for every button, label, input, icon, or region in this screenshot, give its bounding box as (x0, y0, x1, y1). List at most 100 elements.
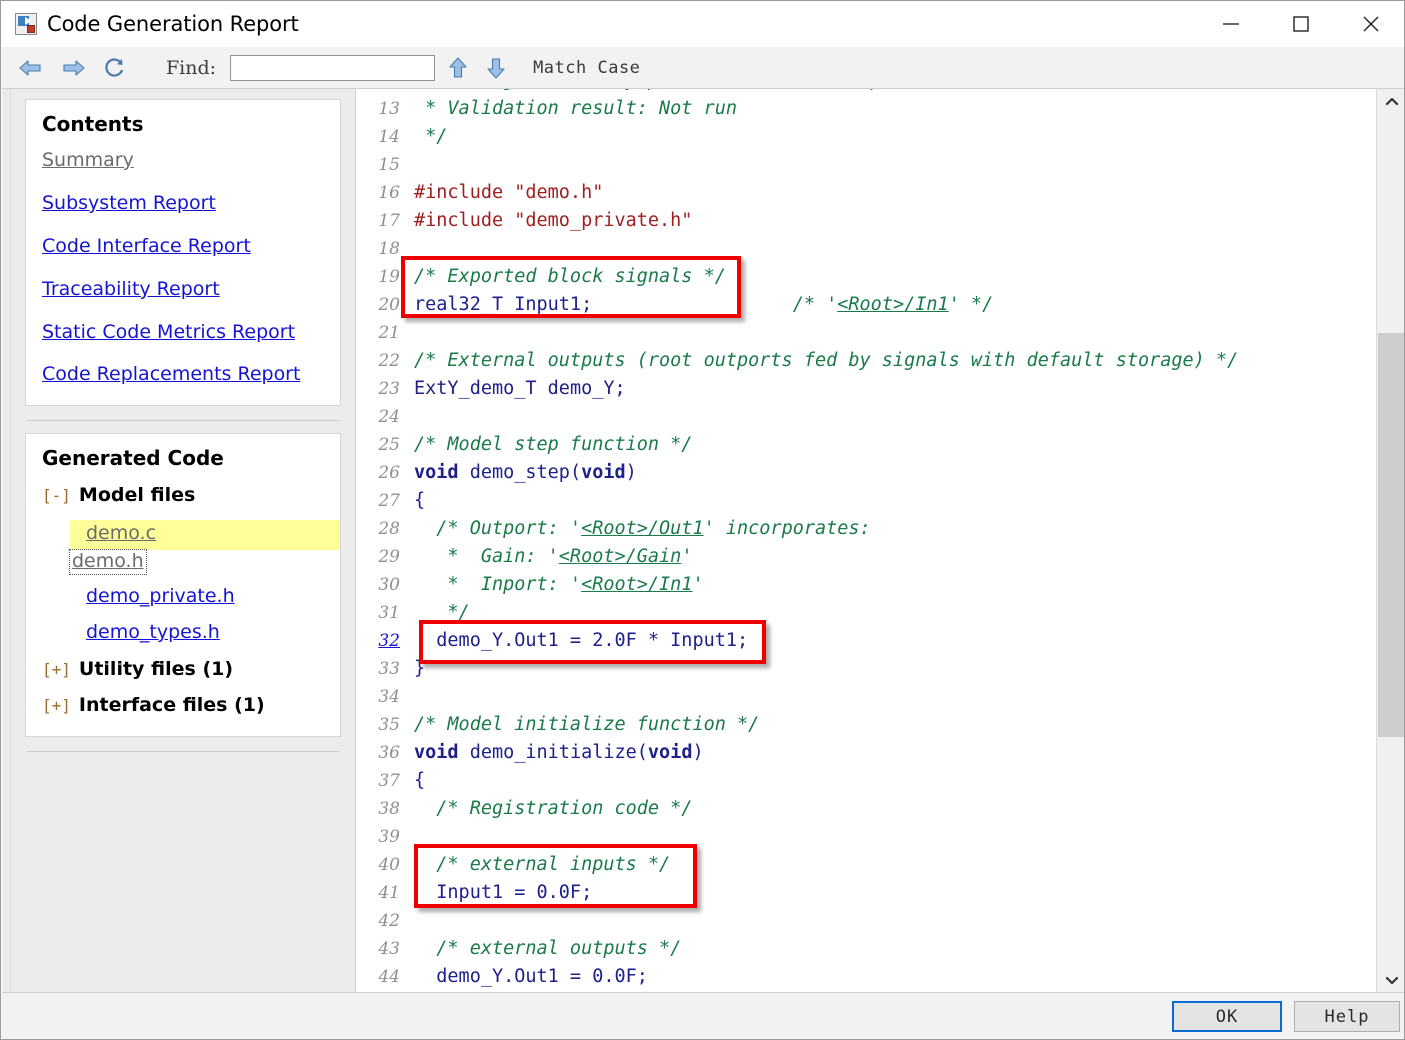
tree-group-interface-files[interactable]: [+] Interface files (1) (42, 694, 324, 716)
find-previous-icon[interactable] (443, 53, 473, 83)
code-token: ' (692, 574, 704, 595)
code-token: Input1; (503, 294, 593, 315)
code-token: */ (414, 602, 470, 623)
code-line-source: /* External outputs (root outports fed b… (414, 347, 1238, 375)
code-line-number: 16 (378, 183, 400, 203)
code-line-source: /* Exported block signals */ (414, 263, 726, 291)
code-line-number: 27 (378, 491, 400, 511)
back-arrow-icon[interactable] (14, 53, 48, 83)
code-token: * Code generated by partial truncated to… (414, 89, 937, 91)
code-line-source: /* Outport: '<Root>/Out1' incorporates: (414, 515, 870, 543)
code-line-number-link[interactable]: 32 (356, 627, 414, 655)
code-line-number: 31 (378, 603, 400, 623)
report-app-icon (15, 13, 37, 35)
sidebar: Contents Summary Subsystem Report Code I… (11, 89, 355, 993)
code-line-number: 33 (378, 659, 400, 679)
code-line-source: * Validation result: Not run (414, 95, 737, 123)
code-token: void (647, 742, 693, 763)
close-icon[interactable] (1336, 1, 1404, 47)
scroll-up-icon[interactable] (1377, 89, 1404, 115)
code-line-source: /* external inputs */ (414, 851, 670, 879)
code-line-source: /* Model step function */ (414, 431, 692, 459)
code-line: 23 ExtY_demo_T demo_Y; (356, 375, 1376, 403)
list-item[interactable]: demo_private.h (42, 585, 324, 622)
footer-bar: OK Help (2, 992, 1404, 1039)
tree-file-demo-private-h[interactable]: demo_private.h (86, 585, 235, 608)
find-next-icon[interactable] (481, 53, 511, 83)
code-line-number: 21 (378, 323, 400, 343)
tree-file-demo-h[interactable]: demo.h (69, 549, 147, 576)
code-line-source: #include "demo.h" (414, 179, 603, 207)
reload-icon[interactable] (98, 53, 132, 83)
code-line-source: real32_T Input1; /* '<Root>/In1' */ (414, 291, 993, 319)
expand-toggle-icon[interactable]: [+] (42, 696, 71, 715)
code-line-number: 34 (378, 687, 400, 707)
code-token: ' (681, 546, 693, 567)
block-path-link[interactable]: <Root>/In1 (581, 574, 692, 595)
minimize-icon[interactable] (1196, 1, 1266, 47)
toc-link-code-replacements-report[interactable]: Code Replacements Report (42, 364, 324, 385)
code-line-source: { (414, 767, 425, 795)
scroll-down-icon[interactable] (1377, 967, 1404, 993)
code-token: /* Model initialize function */ (414, 714, 760, 735)
block-path-link[interactable]: <Root>/Gain (559, 546, 682, 567)
toc-link-summary[interactable]: Summary (42, 150, 324, 171)
vertical-scrollbar[interactable] (1376, 89, 1404, 993)
code-line-number: 28 (378, 519, 400, 539)
code-line-source: * Gain: '<Root>/Gain' (414, 543, 692, 571)
toc-link-subsystem-report[interactable]: Subsystem Report (42, 192, 324, 214)
tree-file-demo-types-h[interactable]: demo_types.h (86, 621, 220, 644)
code-scroll-area[interactable]: 12 * Code generated by partial truncated… (356, 89, 1376, 993)
code-line: 22 /* External outputs (root outports fed… (356, 347, 1376, 375)
code-viewer: 12 * Code generated by partial truncated… (355, 89, 1404, 993)
code-token: /* Outport: ' (414, 518, 582, 539)
forward-arrow-icon[interactable] (56, 53, 90, 83)
code-line: 17 #include "demo_private.h" (356, 207, 1376, 235)
tree-group-utility-files[interactable]: [+] Utility files (1) (42, 658, 324, 680)
scrollbar-thumb[interactable] (1378, 333, 1404, 737)
toc-link-code-interface-report[interactable]: Code Interface Report (42, 235, 324, 257)
code-line-source: /* external outputs */ (414, 935, 681, 963)
toc-link-static-code-metrics-report[interactable]: Static Code Metrics Report (42, 321, 324, 343)
match-case-option[interactable]: Match Case (533, 58, 640, 78)
code-line-source: /* Model initialize function */ (414, 711, 759, 739)
code-line-source: Input1 = 0.0F; (414, 879, 592, 907)
code-line-number: 13 (378, 99, 400, 119)
code-line-number: 37 (378, 771, 400, 791)
ok-button[interactable]: OK (1172, 1001, 1282, 1032)
code-line-source: void demo_initialize(void) (414, 739, 704, 767)
code-line: 37 { (356, 767, 1376, 795)
tree-file-demo-c[interactable]: demo.c (86, 520, 156, 550)
tree-group-model-files[interactable]: [-] Model files (42, 484, 324, 506)
list-item[interactable]: demo_types.h (42, 621, 324, 658)
code-line: 28 /* Outport: '<Root>/Out1' incorporate… (356, 515, 1376, 543)
code-line-number: 42 (378, 911, 400, 931)
list-item[interactable]: demo.c (70, 520, 340, 551)
search-input[interactable] (230, 54, 436, 81)
code-token: /* External outputs (root outports fed b… (414, 350, 1239, 371)
code-token: ' */ (948, 294, 994, 315)
code-line: 27 { (356, 487, 1376, 515)
code-line: 18 (356, 235, 1376, 263)
code-line: 42 (356, 907, 1376, 935)
block-path-link[interactable]: <Root>/Out1 (581, 518, 704, 539)
code-line-number: 39 (378, 827, 400, 847)
help-button[interactable]: Help (1294, 1001, 1400, 1032)
list-item[interactable]: demo.h (42, 549, 324, 586)
code-line: 25 /* Model step function */ (356, 431, 1376, 459)
code-line: 40 /* external inputs */ (356, 851, 1376, 879)
maximize-icon[interactable] (1266, 1, 1336, 47)
code-line: 32 demo_Y.Out1 = 2.0F * Input1; (356, 627, 1376, 655)
toolbar: Find: Match Case (2, 47, 1404, 89)
code-token: /* external outputs */ (414, 938, 682, 959)
toc-link-traceability-report[interactable]: Traceability Report (42, 278, 324, 300)
left-edge-scroll-sliver[interactable] (2, 89, 11, 993)
code-line-number: 24 (378, 407, 400, 427)
code-generation-report-window: Code Generation Report Find: Match Case … (0, 0, 1405, 1040)
collapse-toggle-icon[interactable]: [-] (42, 486, 71, 505)
expand-toggle-icon[interactable]: [+] (42, 660, 71, 679)
block-path-link[interactable]: <Root>/In1 (837, 294, 948, 315)
tree-group-label: Interface files (1) (78, 693, 265, 716)
tree-group-label: Utility files (1) (78, 657, 234, 680)
tree-group-label: Model files (78, 484, 196, 507)
